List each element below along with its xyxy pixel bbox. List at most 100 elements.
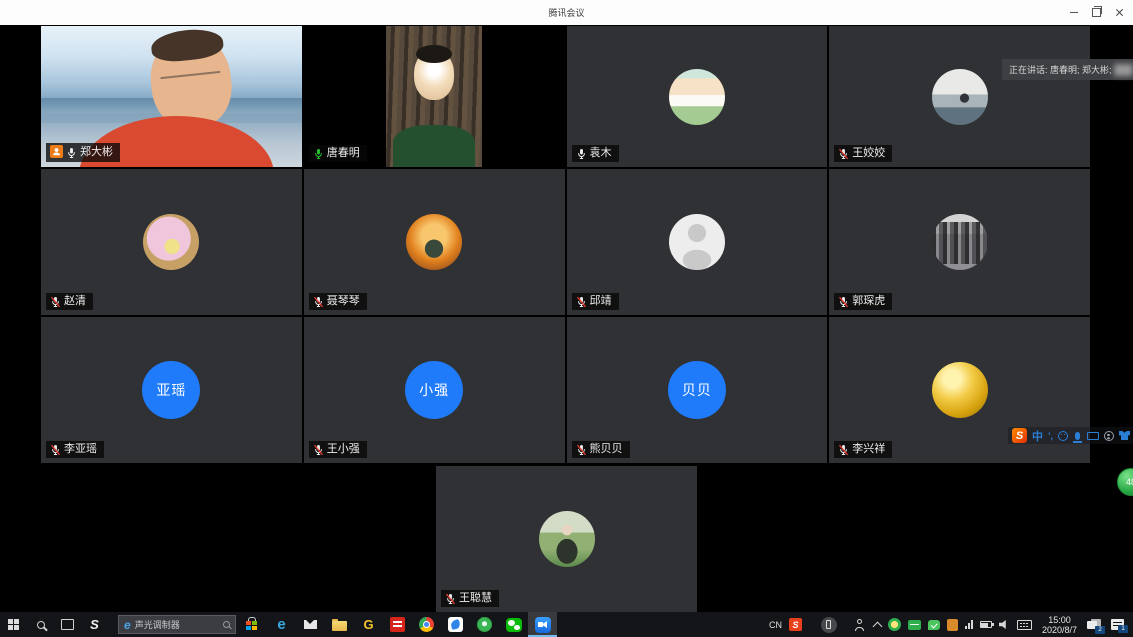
restore-button[interactable] [1085,0,1108,25]
edge-button[interactable]: e [267,612,296,637]
webcam-video-strip [386,26,482,167]
soft-keyboard-icon[interactable] [1087,432,1099,440]
participant-tile[interactable]: 郑大彬 [41,26,302,167]
red-chinese-app-button[interactable] [383,612,412,637]
task-view-button[interactable] [54,612,81,637]
green-circle-app-button[interactable] [470,612,499,637]
host-badge-slot [50,145,63,160]
phone-link-icon[interactable] [821,617,837,633]
green-card-tray-icon[interactable] [908,620,921,630]
wechat-button[interactable] [499,612,528,637]
participant-name-tag: 熊贝贝 [572,441,630,458]
goldwave-button[interactable]: G [354,612,383,637]
participant-tile[interactable]: 袁木 [567,26,828,167]
ime-punctuation-toggle[interactable]: ’, [1048,431,1053,441]
participant-name: 李兴祥 [852,443,885,456]
taskbar-pinned-apps: e G [238,612,557,637]
avatar-image [143,214,199,270]
mic-status-icon [576,444,587,456]
participant-name: 王小强 [327,443,360,456]
participant-name: 郭琛虎 [852,295,885,308]
sogou-tray-icon[interactable]: S [789,618,802,631]
participant-name: 李亚瑶 [64,443,97,456]
mic-status-icon [445,593,456,605]
speaking-toast-text: 正在讲话: 唐春明; 郑大彬; [1009,63,1112,76]
tray-overflow-chevron-icon[interactable] [873,621,883,631]
participant-name: 郑大彬 [80,146,113,159]
participant-tile[interactable]: 贝贝 熊贝贝 [567,317,828,463]
taskbar-search-box[interactable]: e 声光调制器 [118,615,236,634]
mic-status-icon [576,296,587,308]
participant-name-tag: 李兴祥 [834,441,892,458]
participant-tile[interactable]: 郭琛虎 [829,169,1090,315]
mic-status-icon [313,444,324,456]
mail-button[interactable] [296,612,325,637]
file-explorer-button[interactable] [325,612,354,637]
ime-mode-toggle[interactable]: 中 [1032,428,1043,444]
close-button[interactable] [1108,0,1131,25]
search-box-text: 声光调制器 [135,618,219,631]
green-chat-tray-icon[interactable] [928,620,940,630]
ime-skin-icon[interactable] [1119,431,1130,440]
action-center-icon[interactable]: 1 [1111,619,1124,630]
participant-name-tag: 王聪慧 [441,590,499,607]
participant-name-tag: 郭琛虎 [834,293,892,310]
mail-icon [304,620,317,629]
participant-tile[interactable]: 赵清 [41,169,302,315]
task-view-icon [61,619,74,630]
participant-name: 袁木 [590,147,612,160]
blue-bird-app-button[interactable] [441,612,470,637]
people-icon[interactable] [854,619,867,631]
minimize-icon [1070,12,1078,13]
participant-name-tag: 赵清 [46,293,93,310]
goldwave-icon: G [363,617,373,632]
participant-name: 赵清 [64,295,86,308]
chrome-button[interactable] [412,612,441,637]
s-app-icon: S [90,617,99,632]
folder-icon [332,621,347,631]
volume-icon[interactable] [999,620,1010,630]
language-indicator[interactable]: CN [769,620,782,630]
taskbar-clock[interactable]: 15:00 2020/8/7 [1042,615,1077,635]
s-app-button[interactable]: S [81,612,108,637]
network-icon[interactable] [965,620,973,629]
avatar-image [932,69,988,125]
participant-tile[interactable]: 邱靖 [567,169,828,315]
emoji-icon[interactable] [1058,431,1068,441]
host-badge-icon [50,145,63,158]
search-icon [37,621,45,629]
voice-input-icon[interactable] [1075,432,1080,440]
blue-bird-app-icon [448,617,463,632]
battery-icon[interactable] [980,621,992,628]
participant-tile[interactable]: 唐春明 [304,26,565,167]
participant-name-tag: 聂琴琴 [309,293,367,310]
touch-keyboard-icon[interactable] [1017,620,1032,630]
orange-tray-icon[interactable] [947,619,958,631]
sogou-logo-icon[interactable]: S [1012,428,1027,443]
windows-logo-icon [8,619,19,630]
restore-icon [1092,8,1101,17]
window-titlebar: 腾讯会议 [0,0,1133,25]
start-button[interactable] [0,612,27,637]
participant-tile[interactable]: 亚瑶 李亚瑶 [41,317,302,463]
minimize-button[interactable] [1062,0,1085,25]
taskbar-left: S [0,612,108,637]
participant-tile[interactable]: 小强 王小强 [304,317,565,463]
participant-name: 聂琴琴 [327,295,360,308]
window-stack-icon[interactable]: 2 [1087,619,1101,631]
tencent-meeting-button[interactable] [528,612,557,637]
participant-tile[interactable]: 聂琴琴 [304,169,565,315]
chrome-icon [419,617,434,632]
participant-name: 唐春明 [327,147,360,160]
store-button[interactable] [238,612,267,637]
ime-toolbox-icon[interactable] [1104,431,1114,441]
participant-tile[interactable]: 王姣姣 [829,26,1090,167]
participant-tile[interactable]: 王聪慧 [436,466,697,612]
taskbar-search-button[interactable] [27,612,54,637]
avatar-initials: 贝贝 [668,361,726,419]
avatar-image [932,362,988,418]
green-coin-tray-icon[interactable] [888,618,901,631]
window-title: 腾讯会议 [548,6,584,19]
mic-status-icon [313,148,324,160]
search-box-magnifier-icon [223,621,230,628]
